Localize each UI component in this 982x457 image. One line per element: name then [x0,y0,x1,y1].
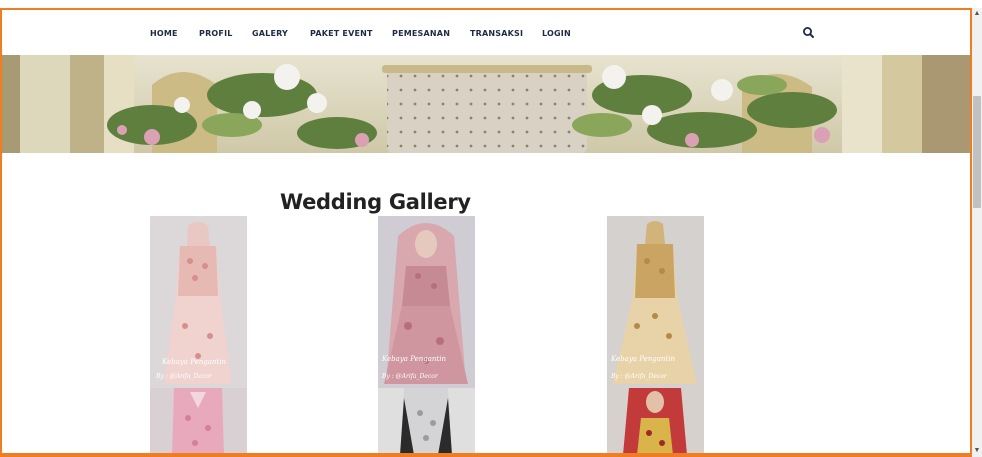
vertical-scrollbar[interactable]: ▲ ▼ [972,8,982,457]
gallery-photo-2[interactable]: Kebaya Pengantin By : @Arifa_Decor [378,216,475,388]
nav-paket-event[interactable]: PAKET EVENT [310,29,373,38]
scroll-up-arrow-icon[interactable]: ▲ [972,8,982,20]
gallery-title: Wedding Gallery [280,190,471,214]
photo-1-caption-title: Kebaya Pengantin [161,358,226,366]
photo-3-caption-title: Kebaya Pengantin [610,355,675,363]
photo-3-caption-author: By : @Arifa_Decor [610,373,668,380]
nav-pemesanan[interactable]: PEMESANAN [392,29,450,38]
gallery-photo-5[interactable] [378,388,475,453]
viewport-border-bottom [0,453,972,457]
scrollbar-thumb[interactable] [973,96,981,208]
nav-login[interactable]: LOGIN [542,29,571,38]
search-icon[interactable] [802,26,815,39]
photo-1-caption-author: By : @Arifa_Decor [155,373,213,380]
nav-profil[interactable]: PROFIL [199,29,233,38]
top-navbar: HOME PROFIL GALERY PAKET EVENT PEMESANAN… [2,10,970,55]
nav-transaksi[interactable]: TRANSAKSI [470,29,523,38]
browser-viewport: HOME PROFIL GALERY PAKET EVENT PEMESANAN… [0,8,972,453]
nav-home[interactable]: HOME [150,29,178,38]
photo-2-caption-title: Kebaya Pengantin [381,355,446,363]
gallery-photo-1[interactable]: Kebaya Pengantin By : @Arifa_Decor [150,216,247,388]
gallery-photo-6[interactable] [607,388,704,453]
hero-banner-image [2,55,970,153]
scroll-down-arrow-icon[interactable]: ▼ [972,445,982,457]
photo-2-caption-author: By : @Arifa_Decor [381,373,439,380]
nav-galery[interactable]: GALERY [252,29,288,38]
gallery-photo-3[interactable]: Kebaya Pengantin By : @Arifa_Decor [607,216,704,388]
gallery-photo-4[interactable] [150,388,247,453]
